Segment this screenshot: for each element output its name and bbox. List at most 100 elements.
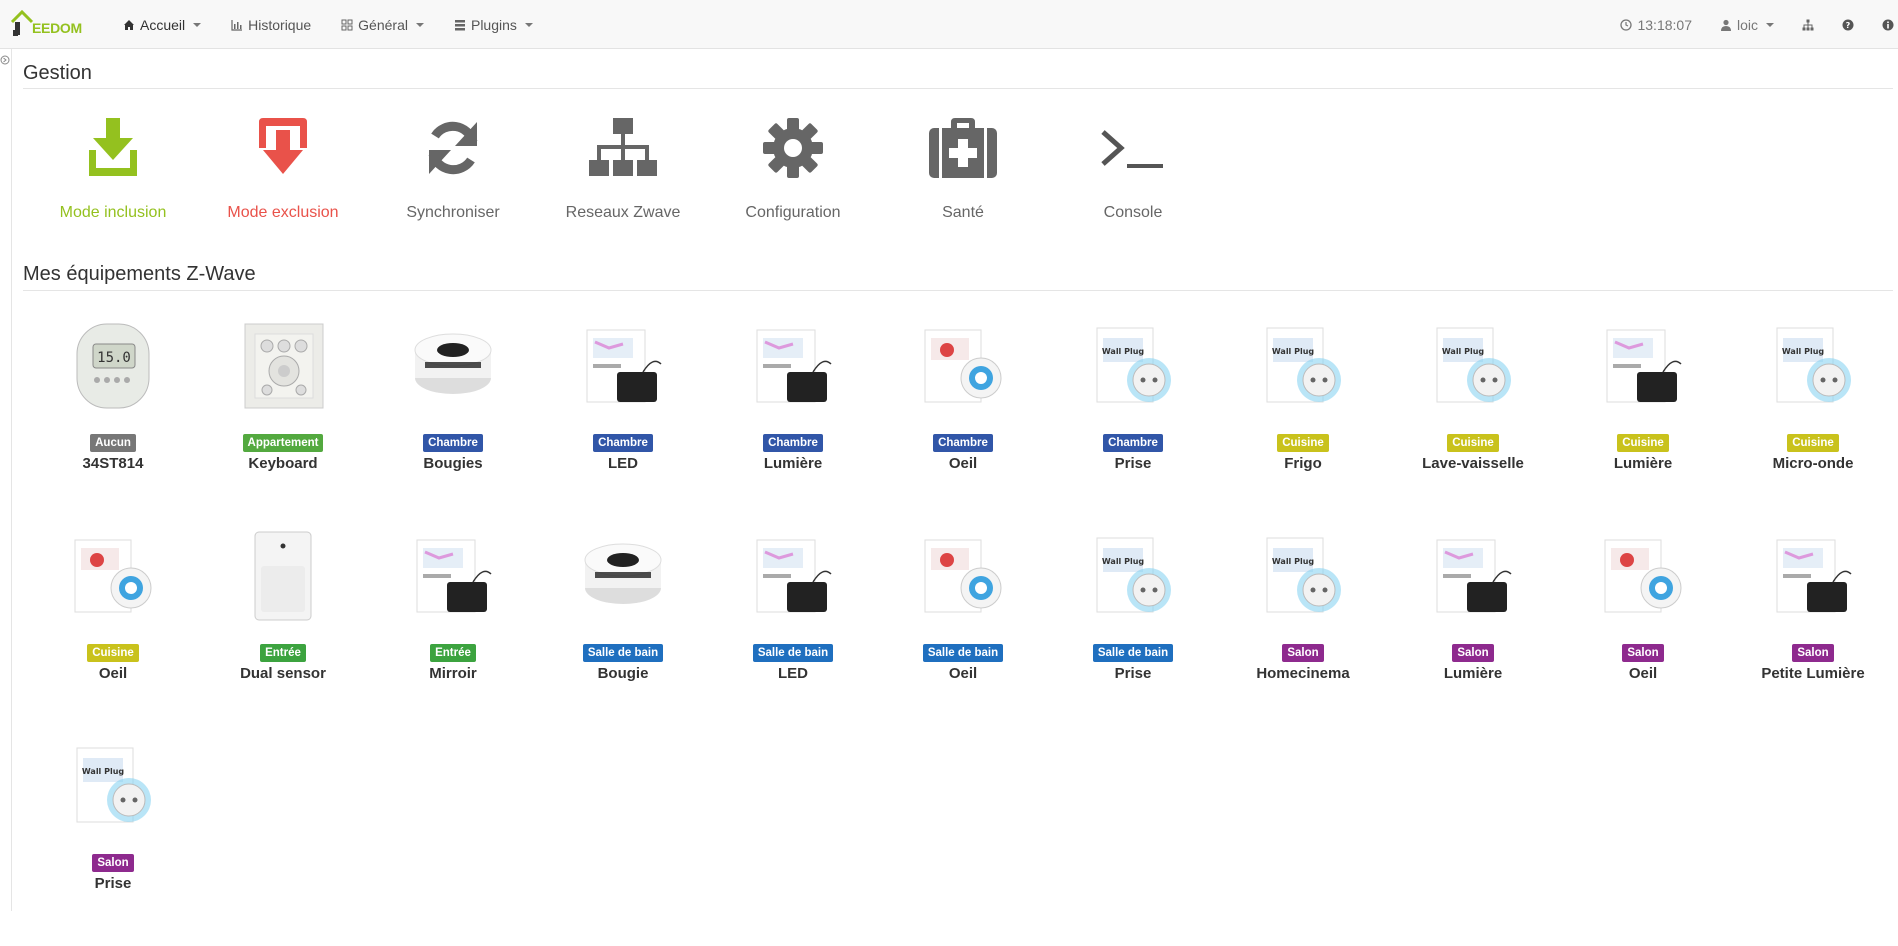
jeedom-logo[interactable]: EEDOM [10,8,82,40]
equipment-card[interactable]: 15.0 Aucun 34ST814 [28,316,198,526]
equipment-name: 34ST814 [82,455,144,472]
equipment-card[interactable]: Wall Plug Salon Prise [28,736,198,946]
nav-accueil[interactable]: Accueil [108,0,216,49]
equipment-name: Prise [94,875,132,892]
network-map-button[interactable] [1788,0,1828,49]
equipment-image: Wall Plug [1083,316,1183,416]
room-badge: Chambre [423,434,483,452]
svg-text:Wall Plug: Wall Plug [82,767,125,776]
equipment-card[interactable]: Entrée Dual sensor [198,526,368,736]
equipment-image [573,316,673,416]
synchroniser-button[interactable]: Synchroniser [368,116,538,222]
caret-down-icon [193,22,202,27]
equipment-name: Frigo [1284,455,1322,472]
arrow-circle-right-icon [0,55,10,65]
sante-label: Santé [942,204,984,221]
equipment-card[interactable]: Salon Lumière [1388,526,1558,736]
sante-button[interactable]: Santé [878,116,1048,222]
equipment-name: Bougie [597,665,649,682]
equipment-image: Wall Plug [1763,316,1863,416]
svg-text:Wall Plug: Wall Plug [1782,347,1825,356]
equipment-card[interactable]: Chambre Bougies [368,316,538,526]
svg-text:Wall Plug: Wall Plug [1272,347,1315,356]
equipment-image [1593,316,1693,416]
room-badge: Entrée [430,644,476,662]
equipment-name: LED [608,455,638,472]
mode-exclusion-button[interactable]: Mode exclusion [198,116,368,222]
equipment-card[interactable]: Wall Plug Cuisine Micro-onde [1728,316,1898,526]
reseaux-zwave-button[interactable]: Reseaux Zwave [538,116,708,222]
configuration-button[interactable]: Configuration [708,116,878,222]
equipment-card[interactable]: Entrée Mirroir [368,526,538,736]
equipment-image [573,526,673,626]
equipment-card[interactable]: Salon Oeil [1558,526,1728,736]
room-badge: Cuisine [1277,434,1329,452]
equipment-name: Micro-onde [1772,455,1854,472]
nav-historique-label: Historique [248,16,312,33]
equipment-card[interactable]: Cuisine Oeil [28,526,198,736]
console-label: Console [1103,204,1163,221]
room-badge: Salon [1452,644,1494,662]
equipment-image: Wall Plug [1253,526,1353,626]
info-icon [1882,19,1894,30]
brand-name: EEDOM [32,20,82,36]
equipment-card[interactable]: Salon Petite Lumière [1728,526,1898,736]
room-badge: Chambre [933,434,993,452]
equipment-name: Bougies [423,455,483,472]
room-badge: Appartement [242,434,324,452]
equipment-image [1763,526,1863,626]
info-button[interactable] [1868,0,1898,49]
equipment-card[interactable]: Wall Plug Chambre Prise [1048,316,1218,526]
nav-historique[interactable]: Historique [216,0,326,49]
room-badge: Aucun [90,434,136,452]
room-badge: Salle de bain [752,644,834,662]
mode-inclusion-button[interactable]: Mode inclusion [28,116,198,222]
equipment-card[interactable]: Chambre Lumière [708,316,878,526]
equipment-card[interactable]: Wall Plug Salle de bain Prise [1048,526,1218,736]
equipment-card[interactable]: Wall Plug Salon Homecinema [1218,526,1388,736]
download-icon [89,118,137,176]
equipment-card[interactable]: Salle de bain Bougie [538,526,708,736]
equipment-image [743,316,843,416]
equipements-title: Mes équipements Z-Wave [23,263,256,285]
help-button[interactable]: ? [1828,0,1868,49]
equipment-name: Dual sensor [240,665,326,682]
tasks-icon [454,19,465,30]
nav-plugins-label: Plugins [470,16,517,33]
equipment-image [913,316,1013,416]
medkit-icon [929,118,997,178]
equipment-image: Wall Plug [1083,526,1183,626]
mode-exclusion-label: Mode exclusion [227,204,339,221]
gestion-divider [23,88,1893,89]
equipements-divider [23,290,1893,291]
caret-down-icon [1766,22,1774,27]
user-menu[interactable]: loic [1706,0,1788,49]
terminal-icon [1101,130,1163,168]
svg-text:Wall Plug: Wall Plug [1102,557,1145,566]
nav-accueil-label: Accueil [140,16,186,33]
equipment-image [1593,526,1693,626]
nav-general-label: Général [358,16,408,33]
room-badge: Chambre [763,434,823,452]
equipment-image: Wall Plug [63,736,163,836]
room-badge: Cuisine [87,644,139,662]
nav-plugins[interactable]: Plugins [439,0,548,49]
equipment-card[interactable]: Appartement Keyboard [198,316,368,526]
equipment-card[interactable]: Wall Plug Cuisine Lave-vaisselle [1388,316,1558,526]
equipment-card[interactable]: Salle de bain LED [708,526,878,736]
equipment-name: LED [778,665,808,682]
equipment-card[interactable]: Chambre LED [538,316,708,526]
equipment-image [403,526,503,626]
equipment-card[interactable]: Salle de bain Oeil [878,526,1048,736]
bar-chart-icon [231,19,243,31]
sidebar-toggle[interactable] [0,52,10,65]
sidebar-divider [11,49,12,911]
clock: 13:18:07 [1606,0,1706,49]
equipment-card[interactable]: Chambre Oeil [878,316,1048,526]
equipment-card[interactable]: Cuisine Lumière [1558,316,1728,526]
room-badge: Entrée [260,644,306,662]
caret-down-icon [524,22,533,27]
equipment-card[interactable]: Wall Plug Cuisine Frigo [1218,316,1388,526]
nav-general[interactable]: Général [326,0,439,49]
console-button[interactable]: Console [1048,116,1218,222]
